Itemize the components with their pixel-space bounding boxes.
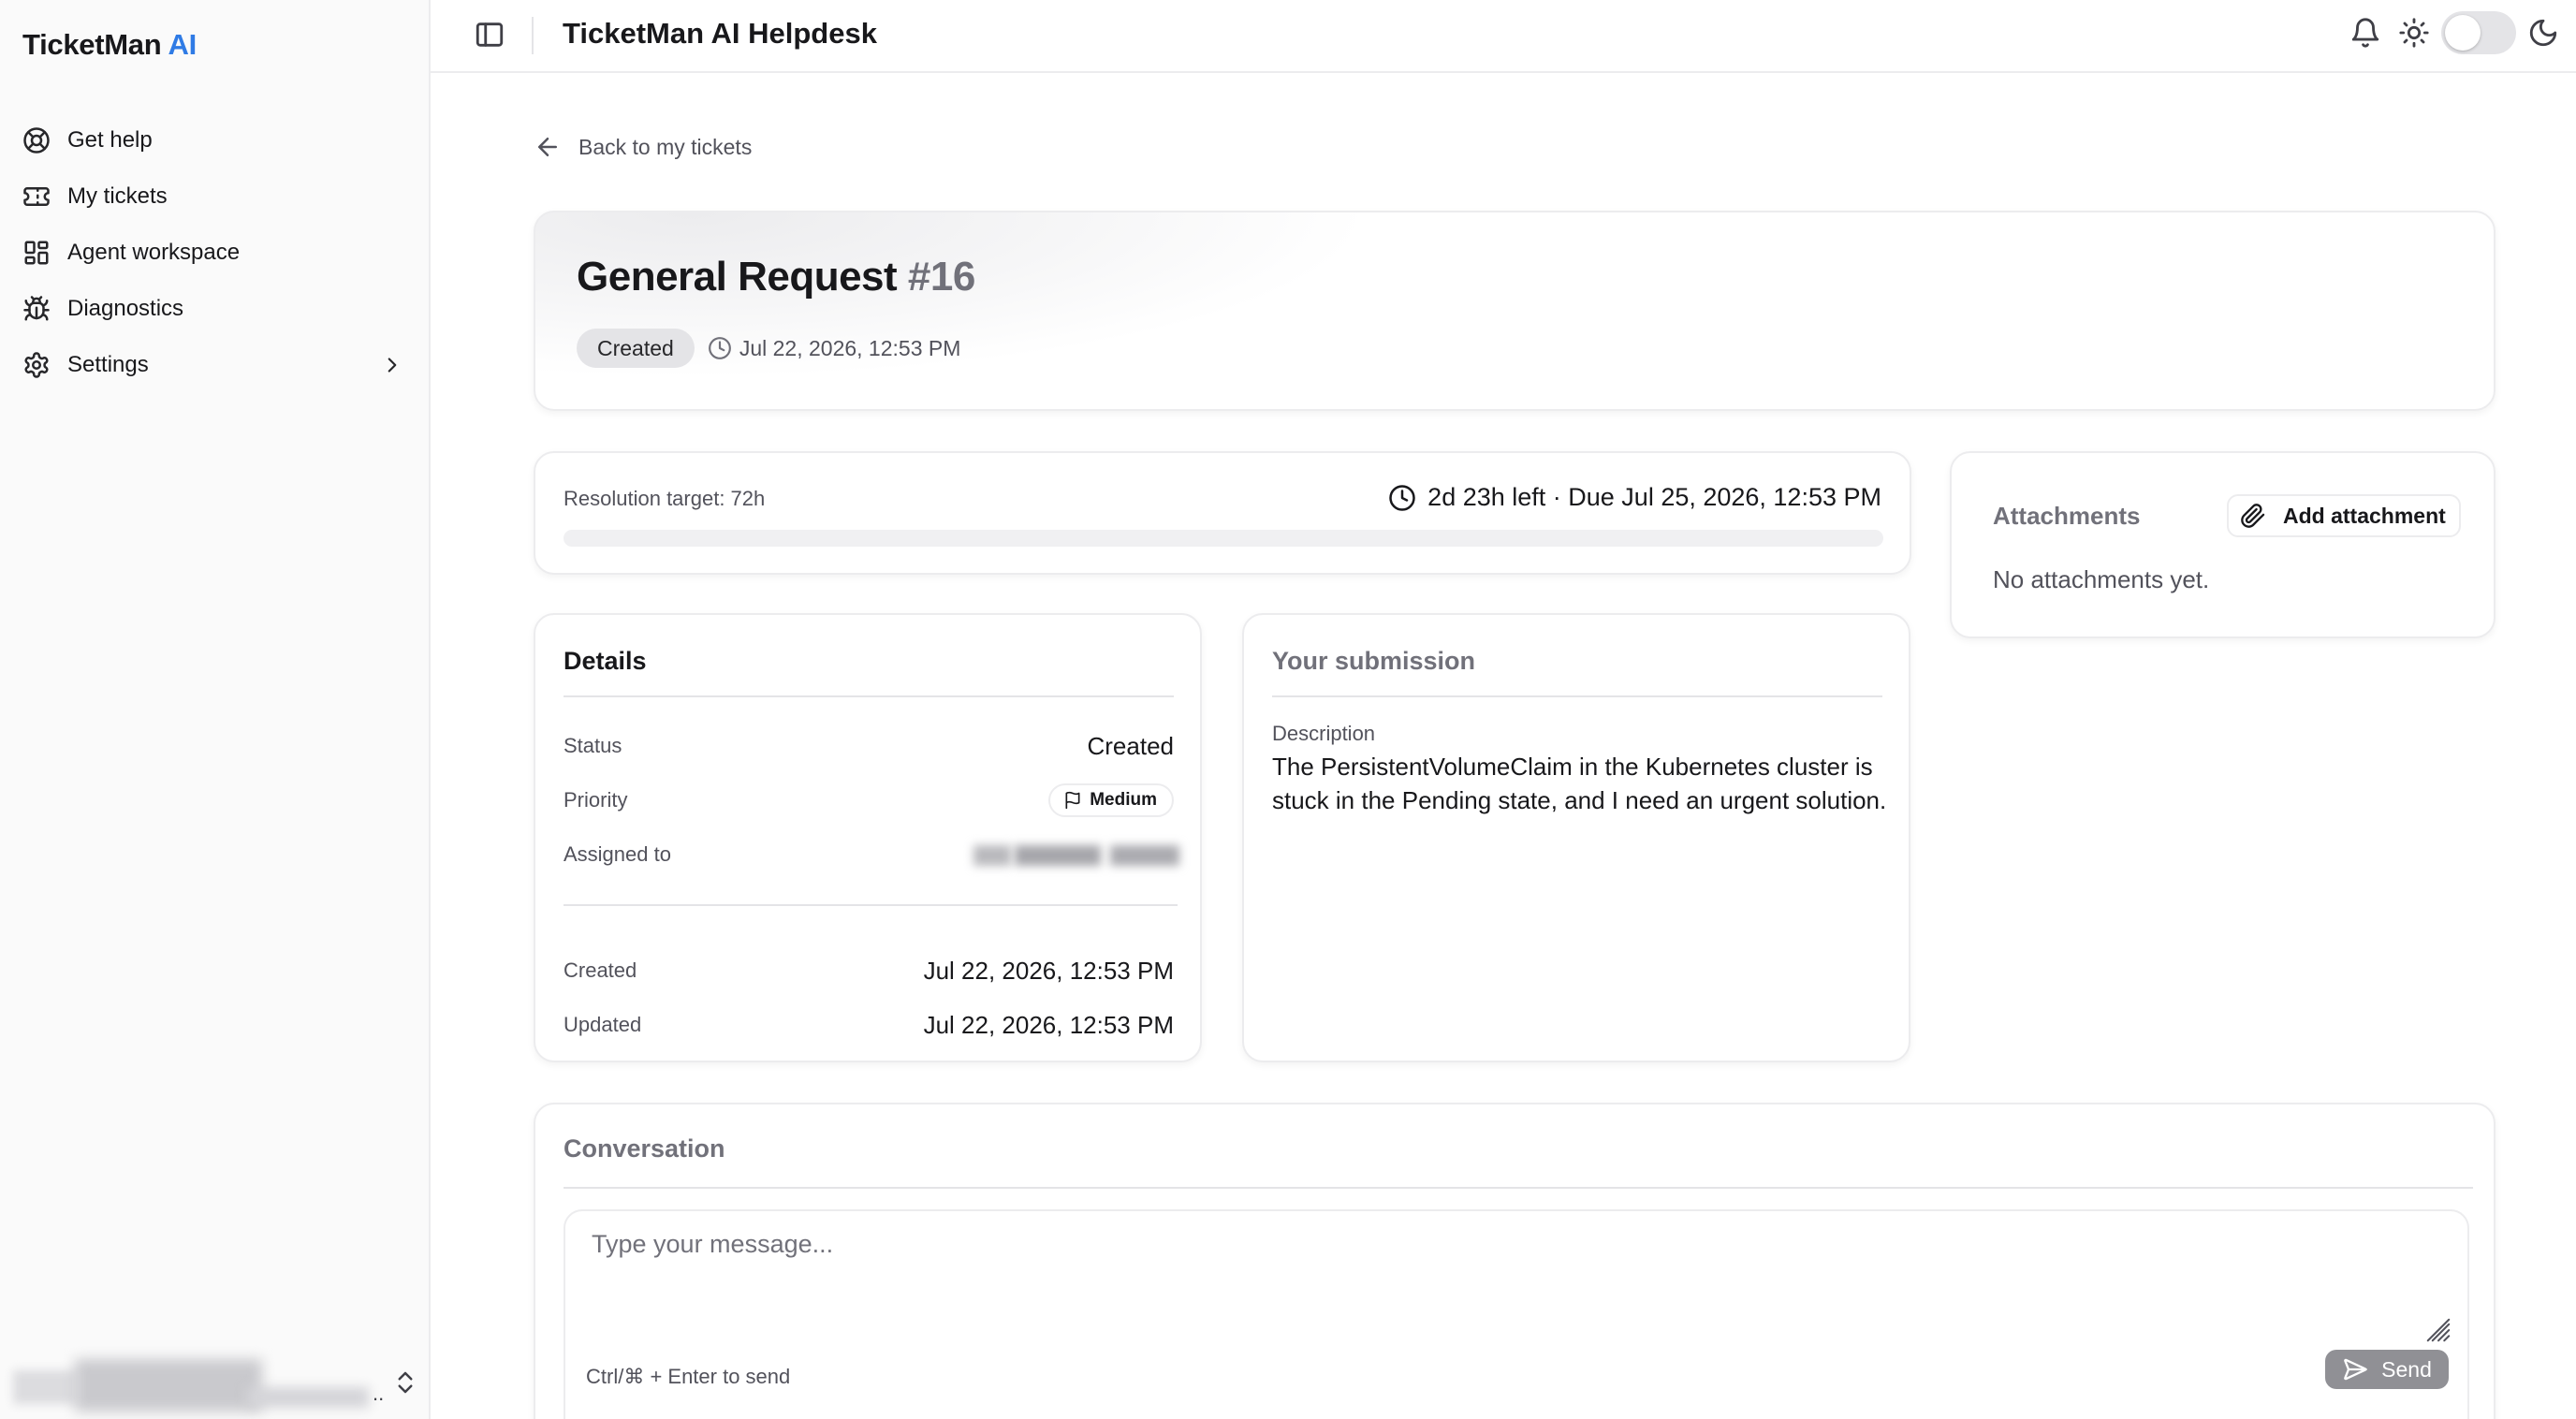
ticket-meta: Created Jul 22, 2026, 12:53 PM — [577, 329, 960, 368]
sidebar-item-label: Get help — [67, 127, 153, 153]
detail-row-status: Status Created — [564, 729, 1174, 763]
detail-row-created: Created Jul 22, 2026, 12:53 PM — [564, 954, 1174, 987]
submission-title: Your submission — [1272, 647, 1476, 675]
attachments-empty-text: No attachments yet. — [1993, 565, 2210, 593]
bell-icon[interactable] — [2349, 17, 2381, 49]
send-button[interactable]: Send — [2325, 1350, 2449, 1389]
detail-label: Updated — [564, 1013, 642, 1036]
ticket-icon — [23, 187, 50, 206]
detail-label: Priority — [564, 788, 628, 812]
gear-icon — [24, 352, 49, 378]
sidebar-nav: Get help My tickets Agent workspace Diag… — [0, 112, 431, 393]
sidebar-item-get-help[interactable]: Get help — [0, 112, 431, 168]
theme-toggle[interactable] — [2441, 11, 2516, 54]
detail-created-value: Jul 22, 2026, 12:53 PM — [923, 956, 1174, 985]
details-divider — [564, 695, 1174, 697]
ticket-header-card: General Request #16 Created Jul 22, 2026… — [534, 211, 2496, 411]
assignee-blurred — [973, 838, 1179, 871]
sla-target-label: Resolution target: 72h — [564, 487, 766, 510]
user-menu[interactable]: .. — [13, 1355, 413, 1412]
sidebar-toggle-icon[interactable] — [474, 19, 505, 51]
moon-icon — [2529, 19, 2557, 47]
description-text: The PersistentVolumeClaim in the Kuberne… — [1272, 753, 1887, 814]
flag-icon — [1065, 791, 1080, 810]
detail-row-assigned: Assigned to — [564, 838, 1179, 871]
conversation-divider — [564, 1187, 2473, 1189]
bug-icon — [23, 296, 50, 321]
user-avatar-blurred — [13, 1355, 378, 1412]
detail-label: Assigned to — [564, 842, 671, 866]
conversation-title: Conversation — [564, 1134, 725, 1163]
clock-icon — [1389, 484, 1415, 511]
priority-value: Medium — [1090, 790, 1157, 810]
add-attachment-label: Add attachment — [2283, 503, 2446, 528]
send-icon — [2344, 1358, 2367, 1381]
back-link-label: Back to my tickets — [578, 134, 753, 159]
detail-label: Created — [564, 958, 637, 982]
ticket-title-text: General Request — [577, 254, 898, 300]
details-divider — [564, 904, 1178, 906]
user-name-ellipsis: .. — [373, 1382, 385, 1405]
chevrons-up-down-icon — [398, 1371, 413, 1394]
ticket-number: #16 — [907, 254, 975, 300]
detail-label: Status — [564, 734, 622, 757]
back-to-tickets-link[interactable]: Back to my tickets — [534, 133, 752, 161]
attachments-card: Attachments Add attachment No attachment… — [1950, 451, 2496, 638]
theme-toggle-knob — [2445, 15, 2481, 51]
sidebar-item-my-tickets[interactable]: My tickets — [0, 168, 431, 225]
arrow-left-icon — [538, 138, 557, 156]
status-badge: Created — [577, 329, 695, 368]
add-attachment-button[interactable]: Add attachment — [2227, 494, 2461, 537]
topbar-divider — [532, 17, 534, 54]
chevron-right-icon — [388, 358, 397, 373]
lifebuoy-icon — [23, 127, 50, 154]
sidebar-item-label: Settings — [67, 352, 149, 377]
detail-updated-value: Jul 22, 2026, 12:53 PM — [923, 1010, 1174, 1039]
sidebar: TicketMan AI Get help My tickets Agent w… — [0, 0, 431, 1419]
sidebar-item-label: Agent workspace — [67, 240, 241, 265]
conversation-card: Conversation Ctrl/⌘ + Enter to send Send — [534, 1103, 2496, 1419]
sidebar-item-label: Diagnostics — [67, 296, 184, 321]
detail-row-updated: Updated Jul 22, 2026, 12:53 PM — [564, 1008, 1174, 1042]
detail-row-priority: Priority Medium — [564, 783, 1174, 817]
description-label: Description — [1272, 722, 1376, 745]
send-label: Send — [2381, 1356, 2432, 1382]
page-title: TicketMan AI Helpdesk — [563, 17, 877, 50]
sidebar-item-agent-workspace[interactable]: Agent workspace — [0, 225, 431, 281]
sla-remaining-text: 2d 23h left · Due Jul 25, 2026, 12:53 PM — [1427, 483, 1881, 511]
submission-card: Your submission Description The Persiste… — [1242, 613, 1910, 1062]
resize-grip-icon[interactable] — [2424, 1316, 2452, 1344]
topbar: TicketMan AI Helpdesk — [431, 0, 2576, 73]
sla-remaining: 2d 23h left · Due Jul 25, 2026, 12:53 PM — [1388, 483, 1881, 512]
sidebar-item-diagnostics[interactable]: Diagnostics — [0, 281, 431, 337]
sla-card: Resolution target: 72h 2d 23h left · Due… — [534, 451, 1911, 575]
details-title: Details — [564, 647, 647, 675]
sun-icon — [2399, 18, 2429, 48]
send-shortcut-hint: Ctrl/⌘ + Enter to send — [586, 1365, 791, 1388]
clock-icon — [708, 337, 731, 359]
submission-divider — [1272, 695, 1882, 697]
paperclip-icon — [2241, 504, 2265, 528]
message-composer: Ctrl/⌘ + Enter to send Send — [564, 1209, 2469, 1419]
sla-progress-bar — [564, 530, 1883, 547]
sidebar-item-settings[interactable]: Settings — [0, 337, 431, 393]
attachments-title: Attachments — [1993, 502, 2141, 530]
brand-suffix: AI — [168, 28, 198, 61]
priority-badge: Medium — [1048, 783, 1174, 817]
ticket-title: General Request #16 — [577, 254, 975, 300]
dashboard-icon — [24, 241, 49, 265]
brand-name: TicketMan — [22, 28, 162, 61]
brand-logo[interactable]: TicketMan AI — [22, 28, 197, 62]
message-input[interactable] — [592, 1230, 2426, 1333]
details-card: Details Status Created Priority Medium A… — [534, 613, 1202, 1062]
ticket-created-date: Jul 22, 2026, 12:53 PM — [739, 335, 961, 360]
detail-status-value: Created — [1087, 731, 1175, 760]
sidebar-item-label: My tickets — [67, 183, 168, 209]
